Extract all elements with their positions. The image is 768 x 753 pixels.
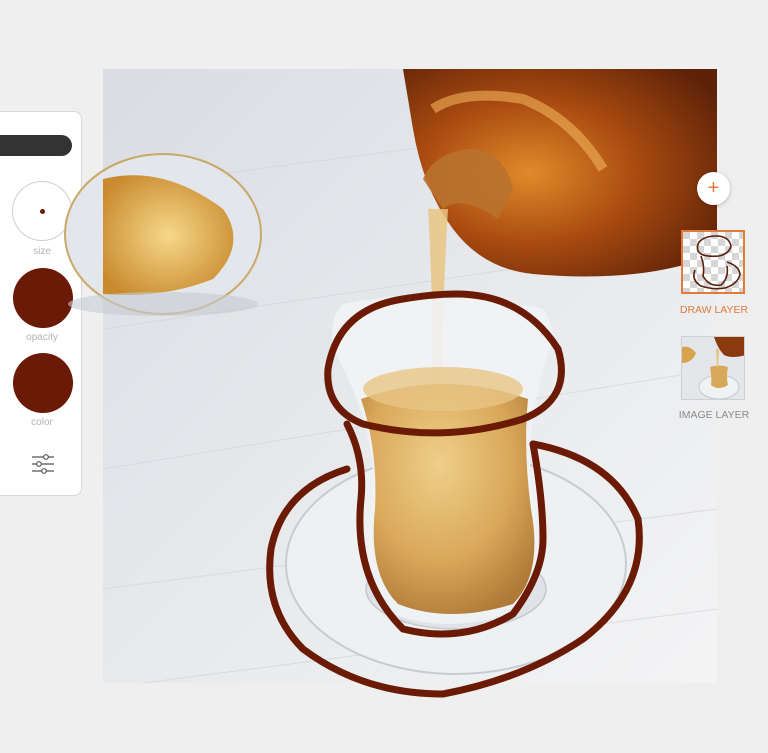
color-label: color (31, 417, 53, 428)
draw-layer-label[interactable]: DRAW LAYER (671, 304, 757, 316)
brush-size-indicator (40, 209, 45, 214)
brush-size-control[interactable] (12, 181, 72, 241)
draw-layer-preview (683, 232, 743, 292)
image-layer-label[interactable]: IMAGE LAYER (671, 409, 757, 421)
color-picker[interactable] (13, 353, 73, 413)
sliders-icon[interactable] (30, 452, 56, 476)
opacity-label: opacity (26, 332, 58, 343)
add-layer-button[interactable]: + (697, 172, 730, 205)
tool-panel-handle[interactable] (0, 135, 72, 156)
photo-image (64, 69, 718, 684)
image-layer-preview (682, 337, 744, 399)
opacity-control[interactable] (13, 268, 73, 328)
image-layer-thumbnail[interactable] (681, 336, 745, 400)
drawing-canvas[interactable] (64, 69, 718, 698)
draw-layer-thumbnail[interactable] (681, 230, 745, 294)
